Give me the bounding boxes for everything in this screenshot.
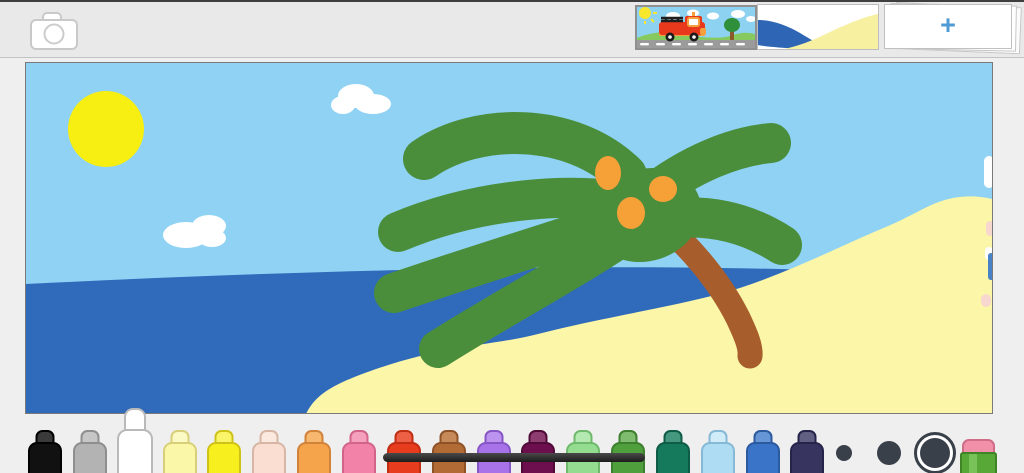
- paint-bottle-light-green[interactable]: [566, 430, 601, 473]
- bottle-body: [116, 429, 153, 473]
- tab-drawing-truck[interactable]: [635, 5, 757, 50]
- eraser-tool[interactable]: [960, 439, 997, 473]
- drawing-app-window: +: [0, 0, 1024, 473]
- paint-bottle-brown[interactable]: [431, 430, 466, 473]
- paint-bottle-pink[interactable]: [341, 430, 376, 473]
- paint-bottle-pale-yellow[interactable]: [162, 430, 197, 473]
- bottle-body: [700, 442, 735, 473]
- paint-bottle-black[interactable]: [28, 430, 62, 473]
- brush-size-small[interactable]: [836, 445, 852, 461]
- brush-size-medium[interactable]: [877, 441, 901, 465]
- paint-bottle-peach[interactable]: [252, 430, 287, 473]
- paint-bottle-sea-green[interactable]: [655, 430, 690, 473]
- paint-bottle-blue[interactable]: [745, 430, 780, 473]
- paint-bottle-gray[interactable]: [72, 430, 107, 473]
- bottle-body: [162, 442, 197, 473]
- plus-icon: +: [940, 10, 956, 40]
- eraser-body: [960, 452, 997, 473]
- paint-bottle-green[interactable]: [611, 430, 646, 473]
- bottle-body: [341, 442, 376, 473]
- paint-bottle-red[interactable]: [386, 430, 421, 473]
- brush-size-large[interactable]: [914, 432, 956, 473]
- topbar: +: [0, 0, 1024, 58]
- paint-bottle-white[interactable]: [116, 408, 153, 473]
- drawing-canvas[interactable]: [25, 62, 993, 414]
- bottle-cap: [123, 408, 146, 431]
- bottle-body: [207, 442, 242, 473]
- paint-bottle-orange[interactable]: [297, 430, 332, 473]
- camera-icon: [30, 12, 78, 50]
- bottle-body: [655, 442, 690, 473]
- paint-bottle-dark-navy[interactable]: [790, 430, 825, 473]
- eraser-shine: [969, 454, 977, 473]
- tab-drawing-beach[interactable]: [757, 4, 879, 50]
- window-top-edge: [0, 0, 1024, 2]
- bottle-body: [790, 442, 825, 473]
- camera-button[interactable]: [29, 10, 79, 52]
- sun-shape: [68, 91, 144, 167]
- palette-scrollbar[interactable]: [383, 453, 645, 462]
- bottle-body: [745, 442, 780, 473]
- paint-bottle-dark-magenta[interactable]: [521, 430, 556, 473]
- paint-bottle-light-blue[interactable]: [700, 430, 735, 473]
- bottle-body: [72, 442, 107, 473]
- bottle-body: [252, 442, 287, 473]
- bottle-body: [297, 442, 332, 473]
- brush-size-dot: [920, 438, 950, 468]
- brush-size-dot: [836, 445, 852, 461]
- brush-size-dot: [877, 441, 901, 465]
- new-drawing-button[interactable]: +: [884, 4, 1012, 49]
- paint-bottle-purple[interactable]: [476, 430, 511, 473]
- bottle-body: [28, 442, 62, 473]
- paint-bottle-yellow[interactable]: [207, 430, 242, 473]
